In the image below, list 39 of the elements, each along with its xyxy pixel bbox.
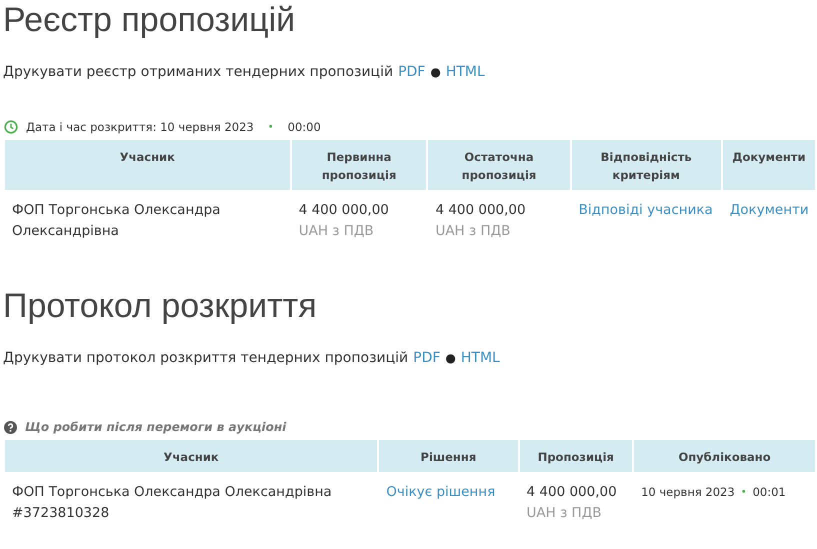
column-header: Учасник [5,440,378,472]
currency: UAH з ПДВ [526,504,603,523]
amount: 4 400 000,00 [298,201,390,220]
column-header: Документи [722,140,815,190]
link[interactable]: Очікує рішення [386,484,496,500]
help-link[interactable]: Що робити після перемоги в аукціоні [25,420,286,434]
column-header: Первинна пропозиція [292,140,426,190]
print-label: Друкувати протокол розкриття тендерних пропозицій [3,350,408,366]
column-header: Рішення [379,440,518,472]
currency: UAH з ПДВ [298,222,375,241]
currency: UAH з ПДВ [435,222,512,241]
section-title: Протокол розкриття [2,286,318,326]
amount: 4 400 000,00 [435,201,527,220]
publish-date: 10 червня 2023 [641,484,735,501]
opening-time: 00:00 [288,120,321,134]
print-link[interactable]: HTML [460,350,500,366]
column-header: Опубліковано [634,440,815,472]
print-link[interactable]: HTML [446,64,485,80]
link[interactable]: Документи [730,202,809,218]
help-icon[interactable] [4,420,17,434]
opening-date: Дата і час розкриття: 10 червня 2023 [26,120,254,134]
participant-name: ФОП Торгонська Олександра Олександрівна #3723810328 [11,483,333,523]
participant-name: ФОП Торгонська Олександра Олександрівна [11,201,222,241]
column-header: Відповідність критеріям [572,140,721,190]
print-link[interactable]: PDF [413,350,440,366]
separator-dot: ● [430,65,441,79]
print-label: Друкувати реєстр отриманих тендерних пропозицій [3,64,394,80]
section-title: Реєстр пропозицій [2,0,296,40]
print-link[interactable]: PDF [398,64,426,80]
column-header: Остаточна пропозиція [428,140,570,190]
amount: 4 400 000,00 [526,483,618,502]
separator-dot: • [740,486,747,500]
separator-dot: ● [445,351,456,365]
clock-icon [4,120,18,134]
publish-time: 00:01 [752,484,786,501]
link[interactable]: Відповіді учасника [578,202,713,218]
separator-dot: • [268,122,274,132]
column-header: Пропозиція [520,440,632,472]
column-header: Учасник [5,140,290,190]
